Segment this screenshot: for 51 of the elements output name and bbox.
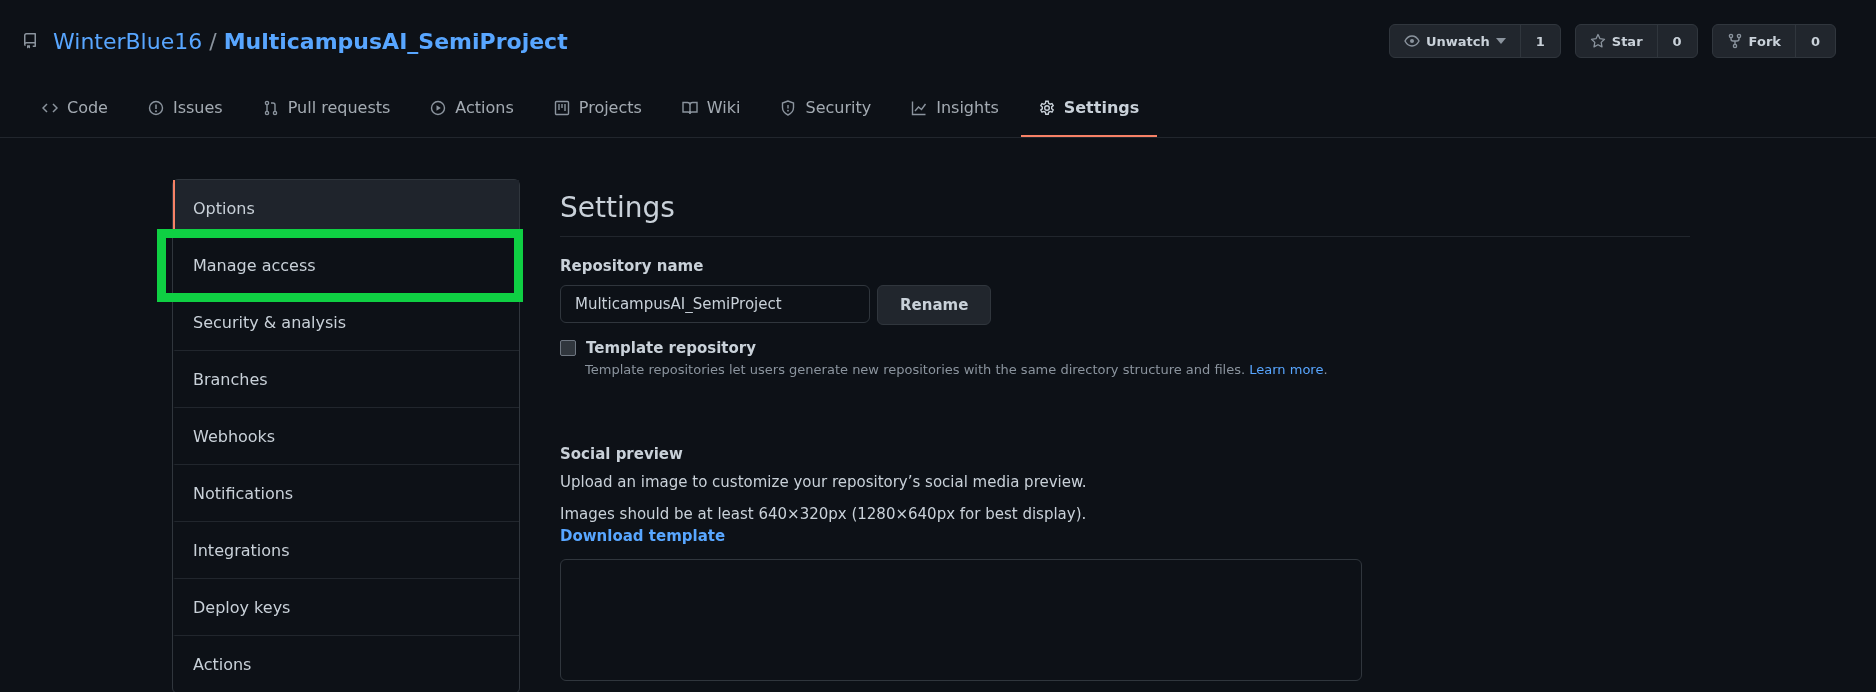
menu-item[interactable]: Branches <box>173 351 519 408</box>
play-icon <box>430 99 447 116</box>
nav-tab[interactable]: Issues <box>129 84 241 137</box>
checkbox-label: Template repository <box>586 339 756 357</box>
nav-tab[interactable]: Settings <box>1020 84 1158 137</box>
learn-more-link[interactable]: Learn more <box>1249 362 1324 377</box>
field-label: Repository name <box>560 257 705 275</box>
image-size-note: Images should be at least 640×320px (1280×640px for best display). <box>560 505 1088 523</box>
star-button[interactable]: Star <box>1575 25 1657 57</box>
menu-item[interactable]: Deploy keys <box>173 579 519 636</box>
star-icon <box>1589 33 1606 49</box>
graph-icon <box>911 99 928 116</box>
menu-item[interactable]: Actions <box>173 636 519 692</box>
template-description: Template repositories let users generate new repositories with the same directory structure and files. Learn more. <box>585 362 1329 377</box>
repository-name-link[interactable]: MulticampusAI_SemiProject <box>223 28 568 54</box>
counter[interactable]: 0 <box>1794 25 1835 57</box>
counter[interactable]: 1 <box>1519 25 1560 57</box>
repository-icon <box>22 33 38 49</box>
shield-icon <box>780 99 797 116</box>
social-preview-description: Upload an image to customize your repository’s social media preview. <box>560 473 1088 491</box>
fork-button[interactable]: Fork <box>1712 25 1795 57</box>
nav-tab[interactable]: Insights <box>893 84 1017 137</box>
nav-tab[interactable]: Wiki <box>663 84 759 137</box>
download-template-link[interactable]: Download template <box>560 527 726 545</box>
fork-icon <box>1726 33 1743 49</box>
nav-tab[interactable]: Code <box>24 84 126 137</box>
issue-icon <box>147 99 164 116</box>
path-separator: / <box>209 28 217 54</box>
counter[interactable]: 0 <box>1656 25 1697 57</box>
menu-item[interactable]: Integrations <box>173 522 519 579</box>
watch-button[interactable]: Unwatch <box>1389 25 1520 57</box>
menu-item[interactable]: Security & analysis <box>173 294 519 351</box>
pull-request-icon <box>262 99 279 116</box>
nav-tab[interactable]: Security <box>762 84 890 137</box>
page-heading: Settings <box>560 179 1690 237</box>
menu-item[interactable]: Webhooks <box>173 408 519 465</box>
nav-tab[interactable]: Pull requests <box>244 84 409 137</box>
settings-icon <box>1038 99 1055 116</box>
menu-item[interactable]: Manage access <box>173 237 519 294</box>
owner-link[interactable]: WinterBlue16 <box>53 28 203 54</box>
eye-icon <box>1403 33 1420 49</box>
section-heading: Social preview <box>560 445 684 463</box>
nav-tab[interactable]: Projects <box>535 84 660 137</box>
rename-button[interactable]: Rename <box>877 285 992 325</box>
book-icon <box>681 99 698 116</box>
caret-icon <box>1495 38 1506 44</box>
project-board-icon <box>553 99 570 116</box>
menu-item[interactable]: Notifications <box>173 465 519 522</box>
checkbox[interactable] <box>560 340 576 356</box>
nav-tab[interactable]: Actions <box>412 84 532 137</box>
repository-name-field[interactable]: MulticampusAI_SemiProject <box>560 285 870 323</box>
